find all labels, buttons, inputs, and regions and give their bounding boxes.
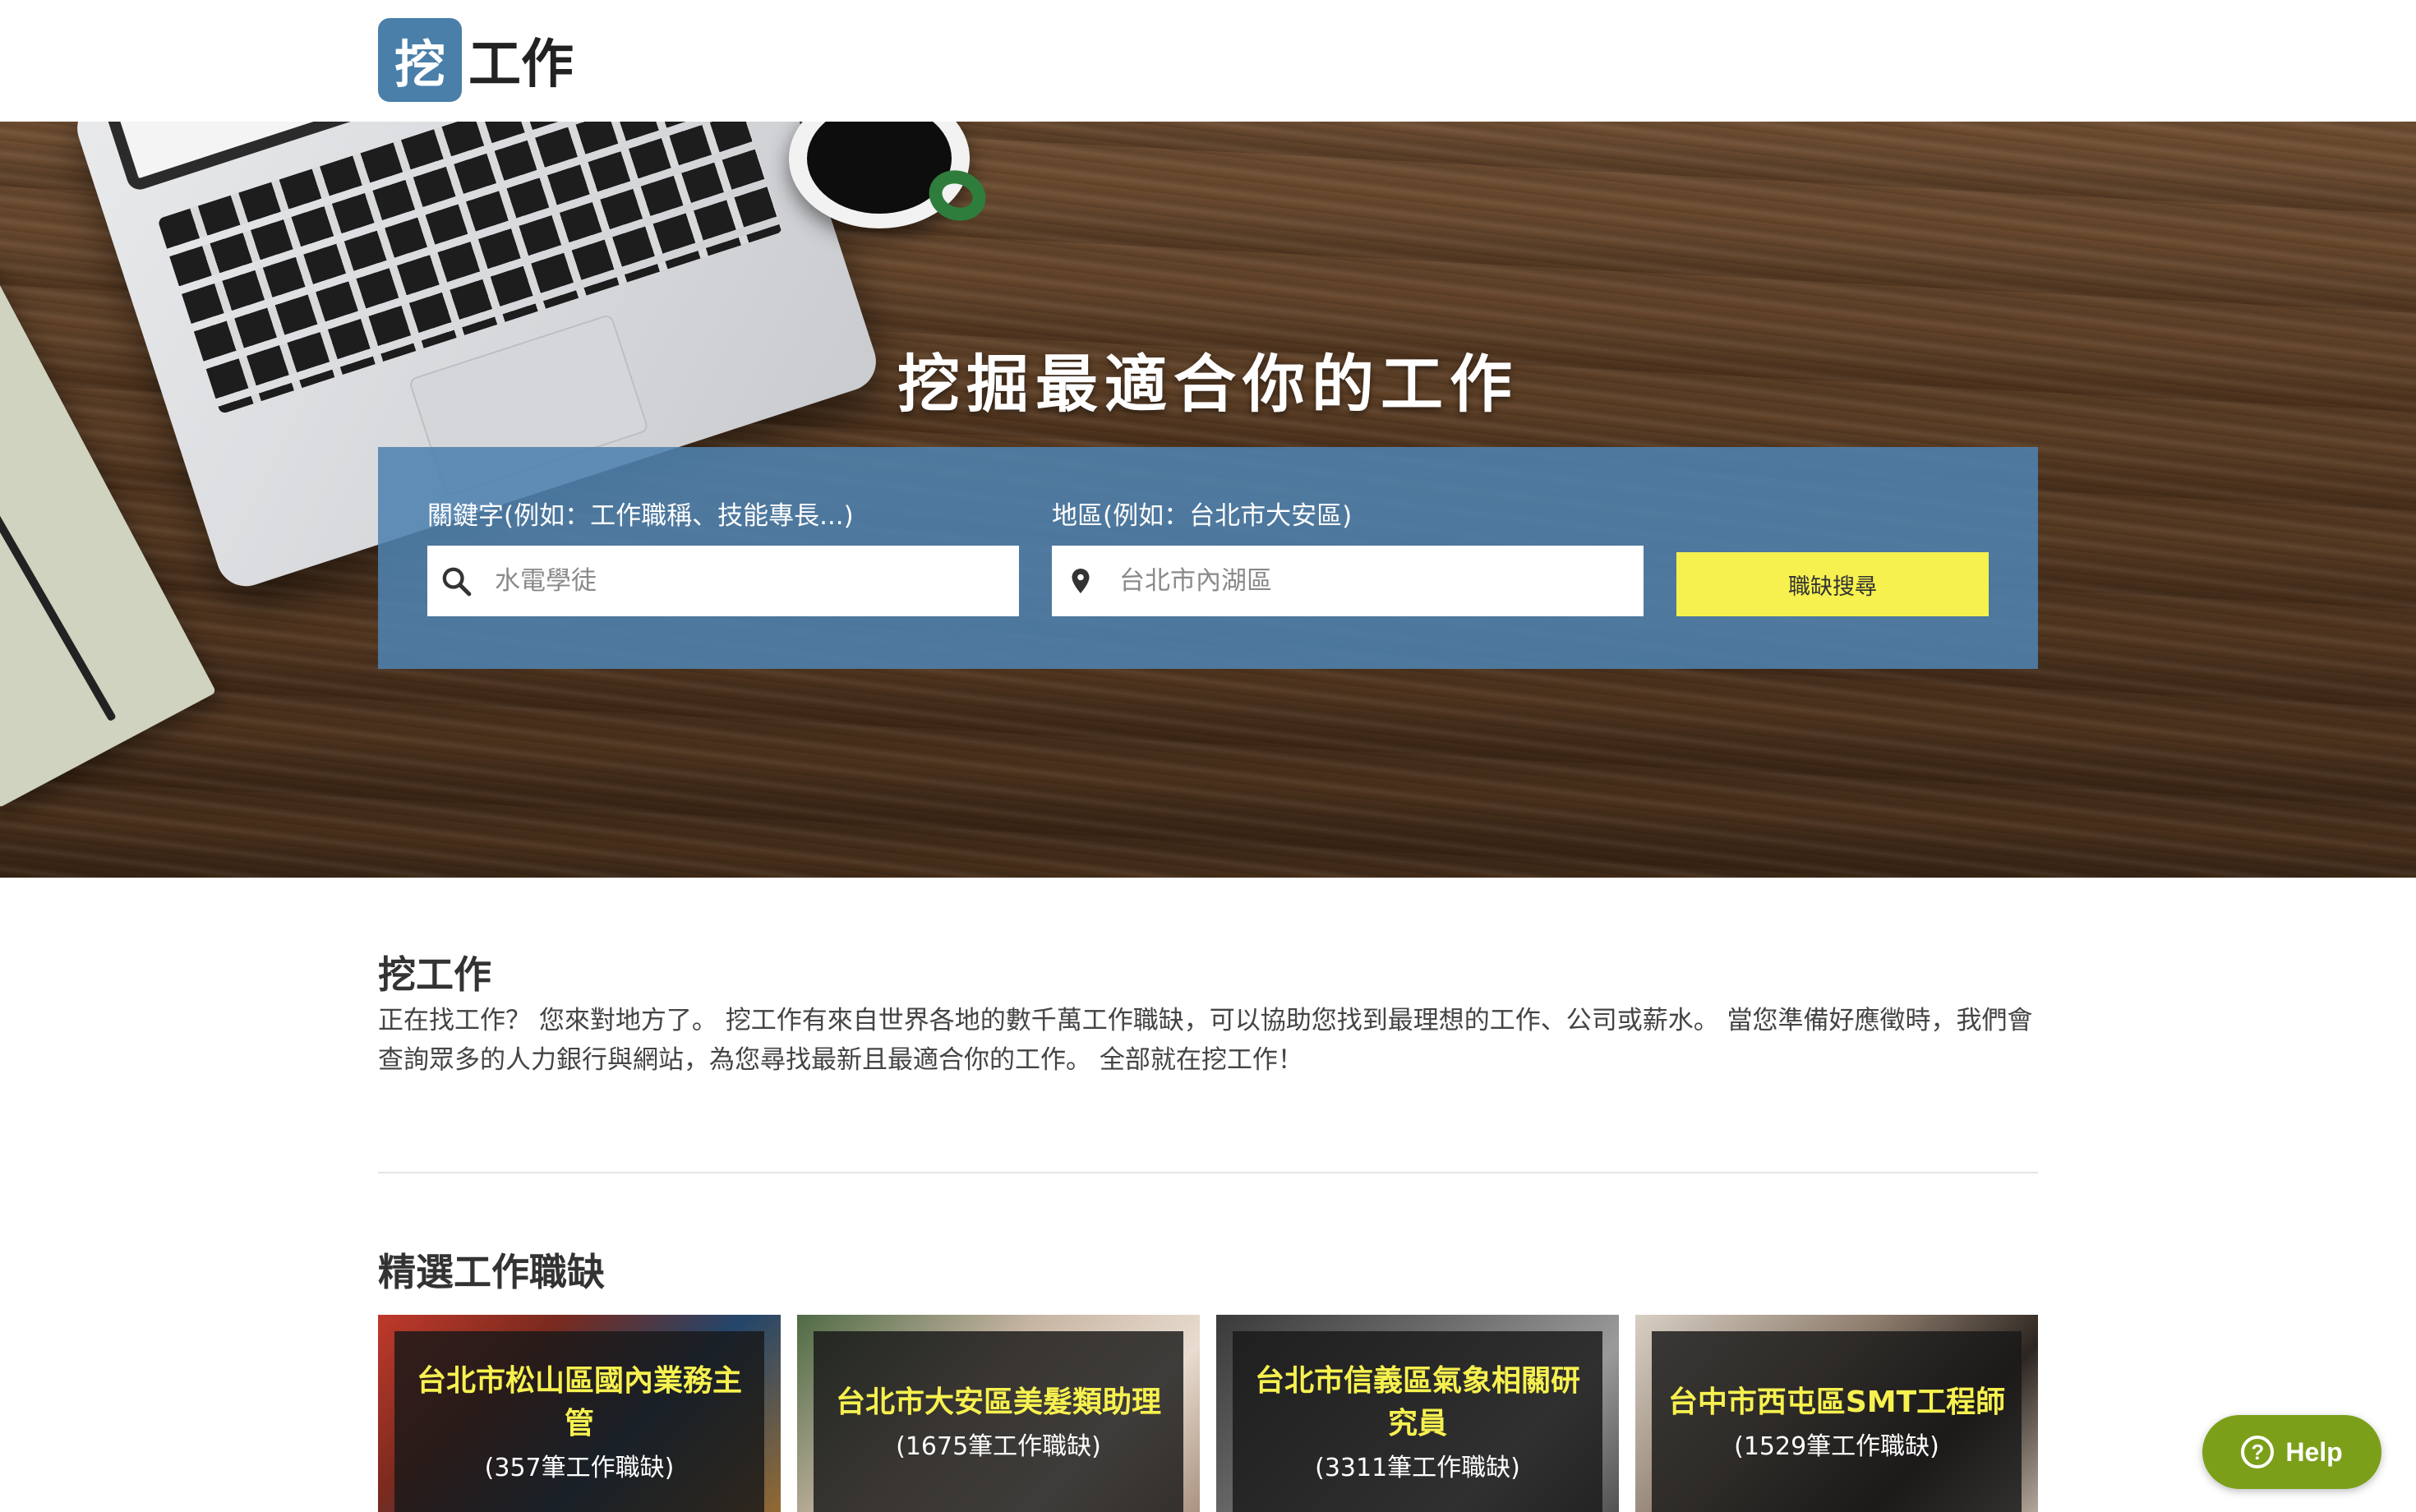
- featured-job-card[interactable]: 台北市松山區國內業務主管 (357筆工作職缺): [378, 1315, 781, 1512]
- site-header: 挖 工作: [0, 0, 2416, 122]
- keyword-label: 關鍵字(例如：工作職稱、技能專長...): [427, 501, 854, 531]
- search-icon: [427, 546, 485, 616]
- location-label: 地區(例如：台北市大安區): [1052, 501, 1353, 531]
- featured-jobs-title: 精選工作職缺: [378, 1250, 605, 1294]
- logo-text: 工作: [468, 35, 574, 95]
- card-count: (3311筆工作職缺): [1315, 1454, 1520, 1482]
- logo-badge: 挖: [378, 18, 462, 102]
- page: 挖 工作 挖掘最適合你的工作 關鍵字(例如：工作職稱、技能專長...) 水電學徒…: [0, 0, 2416, 1512]
- card-count: (1675筆工作職缺): [896, 1432, 1101, 1461]
- location-pin-icon: [1052, 546, 1109, 616]
- hero-banner: 挖掘最適合你的工作 關鍵字(例如：工作職稱、技能專長...) 地區(例如：台北市…: [0, 122, 2416, 878]
- card-count: (1529筆工作職缺): [1734, 1432, 1939, 1461]
- card-overlay: 台中市西屯區SMT工程師 (1529筆工作職缺): [1652, 1331, 2022, 1512]
- help-icon: ?: [2241, 1436, 2275, 1468]
- featured-job-card[interactable]: 台北市信義區氣象相關研究員 (3311筆工作職缺): [1216, 1315, 1619, 1512]
- card-overlay: 台北市信義區氣象相關研究員 (3311筆工作職缺): [1233, 1331, 1602, 1512]
- card-title: 台中市西屯區SMT工程師: [1667, 1385, 2006, 1419]
- site-logo[interactable]: 挖 工作: [378, 18, 574, 102]
- featured-job-card[interactable]: 台中市西屯區SMT工程師 (1529筆工作職缺): [1635, 1315, 2038, 1512]
- help-button[interactable]: ? Help: [2202, 1415, 2381, 1489]
- about-text: 正在找工作？ 您來對地方了。 挖工作有來自世界各地的數千萬工作職缺，可以協助您找…: [378, 1006, 2033, 1075]
- card-title: 台北市大安區美髮類助理: [835, 1385, 1161, 1419]
- section-divider: [378, 1172, 2038, 1173]
- job-search-button[interactable]: 職缺搜尋: [1676, 552, 1989, 616]
- help-label: Help: [2285, 1436, 2343, 1467]
- keyword-input[interactable]: [495, 546, 1004, 616]
- card-overlay: 台北市松山區國內業務主管 (357筆工作職缺): [394, 1331, 764, 1512]
- card-title: 台北市松山區國內業務主管: [416, 1364, 742, 1441]
- featured-jobs-list: 台北市松山區國內業務主管 (357筆工作職缺) 台北市大安區美髮類助理 (167…: [378, 1315, 2038, 1512]
- card-count: (357筆工作職缺): [484, 1454, 675, 1482]
- location-field[interactable]: [1052, 546, 1644, 616]
- featured-job-card[interactable]: 台北市大安區美髮類助理 (1675筆工作職缺): [797, 1315, 1200, 1512]
- about-title: 挖工作: [378, 952, 491, 997]
- card-title: 台北市信義區氣象相關研究員: [1254, 1364, 1580, 1441]
- hero-title: 挖掘最適合你的工作: [897, 348, 1519, 421]
- location-input[interactable]: [1119, 546, 1629, 616]
- search-panel: 關鍵字(例如：工作職稱、技能專長...) 地區(例如：台北市大安區): [378, 447, 2038, 669]
- card-overlay: 台北市大安區美髮類助理 (1675筆工作職缺): [814, 1331, 1183, 1512]
- keyword-field[interactable]: [427, 546, 1019, 616]
